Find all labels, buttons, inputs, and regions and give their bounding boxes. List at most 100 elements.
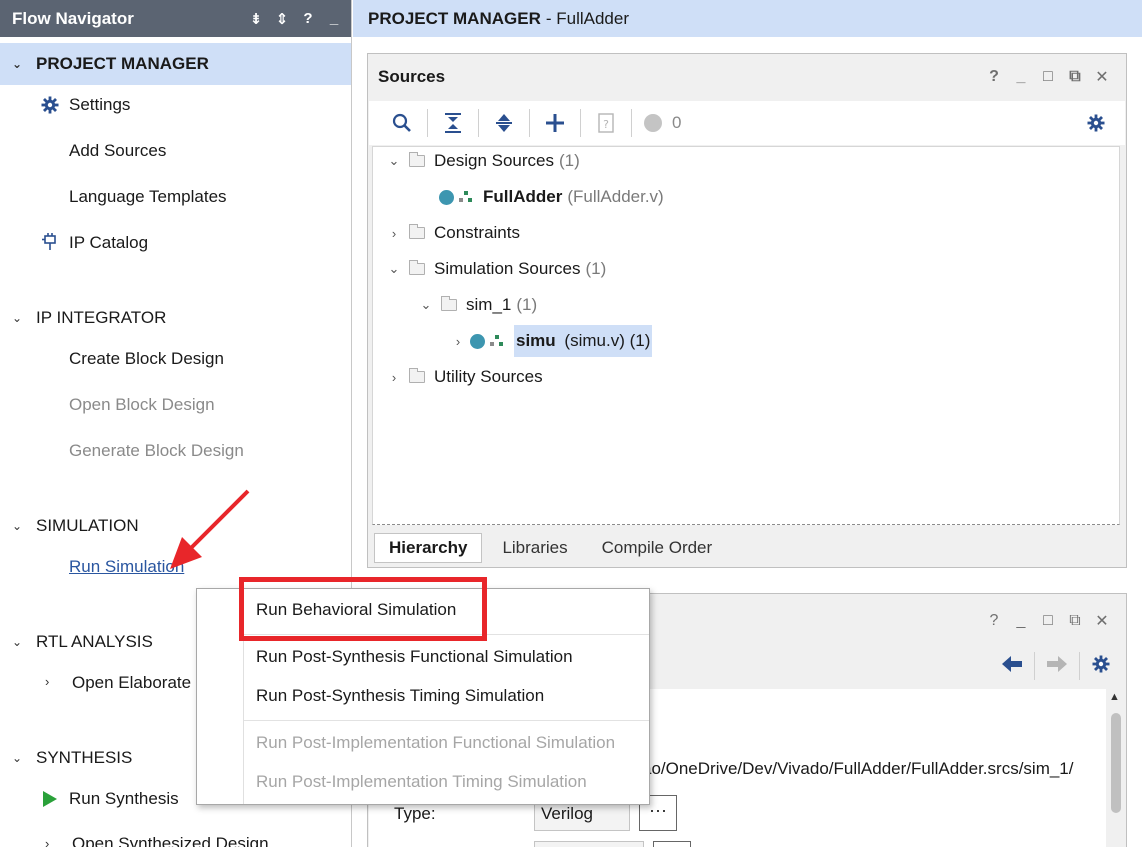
sources-tree: ⌄ Design Sources (1) FullAdder (FullAdde… — [372, 146, 1120, 525]
tab-libraries[interactable]: Libraries — [488, 533, 581, 563]
module-name: FullAdder — [483, 187, 563, 206]
chevron-down-icon[interactable]: ⌄ — [385, 153, 403, 169]
close-icon[interactable]: ✕ — [1094, 611, 1110, 631]
chevron-down-icon[interactable]: ⌄ — [0, 311, 36, 325]
tree-node-label: sim_1 — [466, 295, 512, 314]
expand-all-icon[interactable] — [487, 112, 521, 134]
vertical-scrollbar[interactable]: ▲ — [1106, 689, 1126, 847]
highlight-annotation-box — [239, 577, 487, 641]
forward-arrow-icon — [1047, 655, 1067, 677]
section-label: SIMULATION — [36, 516, 139, 535]
nav-item-create-block-design[interactable]: Create Block Design — [69, 345, 224, 373]
module-name: simu — [516, 331, 556, 350]
chevron-down-icon[interactable]: ⌄ — [0, 519, 36, 533]
section-project-manager[interactable]: ⌄ PROJECT MANAGER — [0, 43, 351, 85]
menu-item-run-post-implementation-timing-simulation: Run Post-Implementation Timing Simulatio… — [256, 772, 587, 791]
flow-navigator-title: Flow Navigator — [12, 8, 134, 28]
tree-node-label: Design Sources — [434, 151, 555, 170]
module-dot-icon — [439, 189, 454, 205]
chevron-down-icon[interactable]: ⌄ — [0, 751, 36, 765]
scrollbar-thumb[interactable] — [1111, 713, 1121, 813]
menu-item-run-post-synthesis-functional-simulation[interactable]: Run Post-Synthesis Functional Simulation — [256, 643, 573, 671]
chevron-down-icon[interactable]: ⌄ — [0, 635, 36, 649]
help-icon[interactable]: ? — [986, 612, 1002, 630]
gear-icon[interactable] — [1079, 114, 1113, 132]
warning-count: 0 — [672, 113, 682, 132]
folder-icon — [409, 224, 425, 239]
help-icon[interactable]: ? — [986, 68, 1002, 86]
close-icon[interactable]: ✕ — [1094, 67, 1110, 87]
folder-icon — [409, 260, 425, 275]
back-arrow-icon[interactable] — [1002, 655, 1022, 677]
collapse-all-icon[interactable]: ⇟ — [249, 10, 263, 28]
tree-node-count: (1) — [585, 259, 607, 278]
chevron-down-icon[interactable]: ⌄ — [385, 261, 403, 277]
properties-icon: ? — [589, 113, 623, 133]
title-bar-project: - FullAdder — [545, 8, 629, 28]
tree-node-fulladder[interactable]: FullAdder (FullAdder.v) — [439, 180, 664, 214]
module-dot-icon — [470, 333, 485, 349]
property-field[interactable] — [534, 841, 644, 847]
toolbar-separator — [529, 109, 530, 137]
menu-item-run-post-synthesis-timing-simulation[interactable]: Run Post-Synthesis Timing Simulation — [256, 682, 544, 710]
toolbar-separator — [478, 109, 479, 137]
nav-item-add-sources[interactable]: Add Sources — [69, 137, 166, 165]
float-icon[interactable]: ⧉ — [1067, 68, 1083, 86]
tree-node-design-sources[interactable]: ⌄ Design Sources (1) — [385, 144, 580, 178]
tree-node-simulation-sources[interactable]: ⌄ Simulation Sources (1) — [385, 252, 607, 286]
section-ip-integrator[interactable]: ⌄ IP INTEGRATOR — [0, 297, 351, 339]
tree-node-label: Utility Sources — [434, 367, 543, 386]
module-file: (FullAdder.v) — [567, 187, 664, 206]
scroll-up-icon[interactable]: ▲ — [1109, 691, 1120, 703]
search-icon[interactable] — [385, 113, 419, 133]
minimize-icon[interactable]: _ — [1013, 612, 1029, 630]
hierarchy-icon — [490, 335, 504, 347]
sources-panel: Sources ? _ □ ⧉ ✕ ? 0 ⌄ Design Sources (… — [367, 53, 1127, 568]
minimize-icon[interactable]: _ — [1013, 68, 1029, 86]
tree-node-label: Constraints — [434, 223, 520, 242]
nav-item-settings[interactable]: Settings — [69, 91, 130, 119]
chevron-right-icon[interactable]: › — [449, 334, 467, 349]
chevron-down-icon[interactable]: ⌄ — [0, 57, 36, 71]
nav-item-open-synthesized-design[interactable]: Open Synthesized Design — [72, 830, 269, 847]
float-icon[interactable]: ⧉ — [1067, 612, 1083, 630]
tree-node-constraints[interactable]: › Constraints — [385, 216, 520, 250]
chevron-right-icon[interactable]: › — [45, 674, 49, 689]
chevron-right-icon[interactable]: › — [385, 370, 403, 385]
project-title-bar: PROJECT MANAGER - FullAdder — [353, 0, 1142, 37]
help-icon[interactable]: ? — [301, 10, 315, 27]
nav-item-open-elaborated[interactable]: Open Elaborate — [72, 669, 191, 697]
toolbar-separator — [427, 109, 428, 137]
maximize-icon[interactable]: □ — [1040, 68, 1056, 86]
tab-compile-order[interactable]: Compile Order — [588, 533, 727, 563]
chevron-right-icon[interactable]: › — [385, 226, 403, 241]
tree-node-sim-1[interactable]: ⌄ sim_1 (1) — [417, 288, 538, 322]
section-label: PROJECT MANAGER — [36, 54, 209, 73]
maximize-icon[interactable]: □ — [1040, 612, 1056, 630]
toolbar-separator — [1034, 652, 1035, 680]
expand-all-icon[interactable]: ⇕ — [275, 10, 289, 28]
warning-counter[interactable]: 0 — [640, 113, 681, 133]
status-dot-icon — [644, 114, 662, 132]
minimize-icon[interactable]: _ — [327, 10, 341, 27]
folder-icon — [409, 152, 425, 167]
sources-toolbar: ? 0 — [369, 101, 1125, 145]
nav-item-language-templates[interactable]: Language Templates — [69, 183, 227, 211]
nav-item-run-synthesis[interactable]: Run Synthesis — [69, 785, 179, 813]
gear-icon[interactable] — [1092, 655, 1110, 678]
nav-item-ip-catalog[interactable]: IP Catalog — [69, 229, 148, 257]
collapse-all-icon[interactable] — [436, 112, 470, 134]
property-more-button[interactable] — [653, 841, 691, 847]
tab-hierarchy[interactable]: Hierarchy — [374, 533, 483, 563]
sources-header: Sources ? _ □ ⧉ ✕ — [368, 54, 1126, 100]
selected-node[interactable]: simu (simu.v) (1) — [514, 325, 653, 357]
sources-tabs: Hierarchy Libraries Compile Order — [374, 532, 732, 564]
source-file-path: ao/OneDrive/Dev/Vivado/FullAdder/FullAdd… — [642, 759, 1074, 778]
chevron-right-icon[interactable]: › — [45, 836, 49, 847]
toolbar-separator — [631, 109, 632, 137]
add-icon[interactable] — [538, 113, 572, 133]
tree-node-simu[interactable]: › simu (simu.v) (1) — [449, 324, 653, 358]
chevron-down-icon[interactable]: ⌄ — [417, 297, 435, 313]
tree-node-utility-sources[interactable]: › Utility Sources — [385, 360, 543, 394]
folder-icon — [409, 368, 425, 383]
